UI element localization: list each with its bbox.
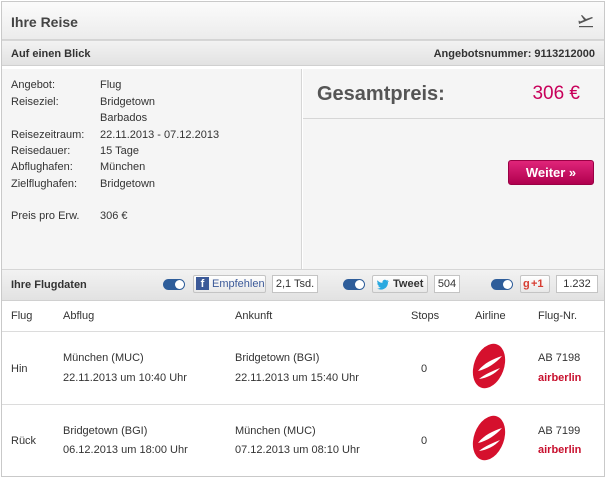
twitter-toggle[interactable]: [343, 279, 365, 290]
row1-departure-time: 22.11.2013 um 10:40 Uhr: [63, 372, 187, 384]
row2-flight-number: AB 7199: [538, 425, 581, 437]
price-per-adult-value: 306 €: [100, 210, 128, 222]
airberlin-logo-icon: [472, 415, 506, 461]
google-plus-button[interactable]: g +1: [520, 275, 550, 293]
row1-departure-place: München (MUC): [63, 352, 144, 364]
panel-title: Ihre Reise: [11, 14, 78, 30]
col-flug: Flug: [11, 310, 33, 322]
tweet-button[interactable]: Tweet: [372, 275, 428, 293]
row1-flight-number: AB 7198: [538, 352, 581, 364]
offer-label: Angebot:: [11, 79, 56, 91]
facebook-count: 2,1 Tsd.: [272, 275, 318, 293]
google-plus-icon: g: [523, 278, 530, 290]
trip-panel: Ihre Reise Auf einen Blick Angebotsnumme…: [1, 1, 605, 477]
twitter-bird-icon: [377, 279, 389, 290]
duration-value: 15 Tage: [100, 145, 139, 157]
flight-data-label: Ihre Flugdaten: [11, 279, 87, 291]
row1-stops: 0: [421, 363, 428, 375]
total-price-box: Gesamtpreis: 306 €: [303, 69, 604, 119]
destination-label: Reiseziel:: [11, 96, 59, 108]
continue-button[interactable]: Weiter »: [508, 160, 594, 185]
google-plus-label: +1: [531, 278, 544, 290]
row2-departure-time: 06.12.2013 um 18:00 Uhr: [63, 444, 188, 456]
tweet-count: 504: [434, 275, 460, 293]
row2-arrival-place: München (MUC): [235, 425, 316, 437]
row-divider: [2, 331, 604, 332]
departure-airport-label: Abflughafen:: [11, 161, 73, 173]
row1-arrival-time: 22.11.2013 um 15:40 Uhr: [235, 372, 359, 384]
col-stops: Stops: [411, 310, 440, 322]
googleplus-toggle[interactable]: [491, 279, 513, 290]
col-airline: Airline: [475, 310, 506, 322]
offer-number: Angebotsnummer: 9113212000: [433, 48, 595, 60]
facebook-like-button[interactable]: f Empfehlen: [193, 275, 266, 293]
row1-airline-name: airberlin: [538, 372, 582, 384]
airberlin-logo-icon: [472, 343, 506, 389]
panel-header: Ihre Reise: [2, 2, 604, 40]
row2-arrival-time: 07.12.2013 um 08:10 Uhr: [235, 444, 360, 456]
row2-direction: Rück: [11, 435, 37, 447]
period-label: Reisezeitraum:: [11, 129, 85, 141]
total-price-value: 306 €: [532, 83, 580, 104]
offer-value: Flug: [100, 79, 122, 91]
row2-airline-name: airberlin: [538, 444, 582, 456]
col-flugnr: Flug-Nr.: [538, 310, 578, 322]
destination-airport-label: Zielflughafen:: [11, 178, 78, 190]
row-divider: [2, 404, 604, 405]
col-abflug: Abflug: [63, 310, 95, 322]
row2-stops: 0: [421, 435, 428, 447]
departure-airport-value: München: [100, 161, 146, 173]
row1-arrival-place: Bridgetown (BGI): [235, 352, 320, 364]
trip-details: Angebot: Flug Reiseziel: Bridgetown Barb…: [2, 69, 302, 269]
total-price-label: Gesamtpreis:: [317, 83, 445, 105]
period-value: 22.11.2013 - 07.12.2013: [100, 129, 220, 141]
plane-icon: [578, 15, 593, 28]
duration-label: Reisedauer:: [11, 145, 71, 157]
destination-country: Barbados: [100, 112, 148, 124]
row2-departure-place: Bridgetown (BGI): [63, 425, 148, 437]
summary-bar: Auf einen Blick Angebotsnummer: 91132120…: [2, 40, 604, 66]
col-ankunft: Ankunft: [235, 310, 273, 322]
tweet-label: Tweet: [393, 278, 424, 290]
price-per-adult-label: Preis pro Erw.: [11, 210, 80, 222]
destination-value: Bridgetown: [100, 96, 156, 108]
google-plus-count: 1.232: [556, 275, 598, 293]
facebook-label: Empfehlen: [212, 278, 265, 290]
facebook-toggle[interactable]: [163, 279, 185, 290]
destination-airport-value: Bridgetown: [100, 178, 156, 190]
row1-direction: Hin: [11, 363, 28, 375]
summary-label: Auf einen Blick: [11, 48, 91, 60]
price-panel: Gesamtpreis: 306 € Weiter »: [303, 69, 604, 269]
facebook-icon: f: [196, 277, 209, 290]
